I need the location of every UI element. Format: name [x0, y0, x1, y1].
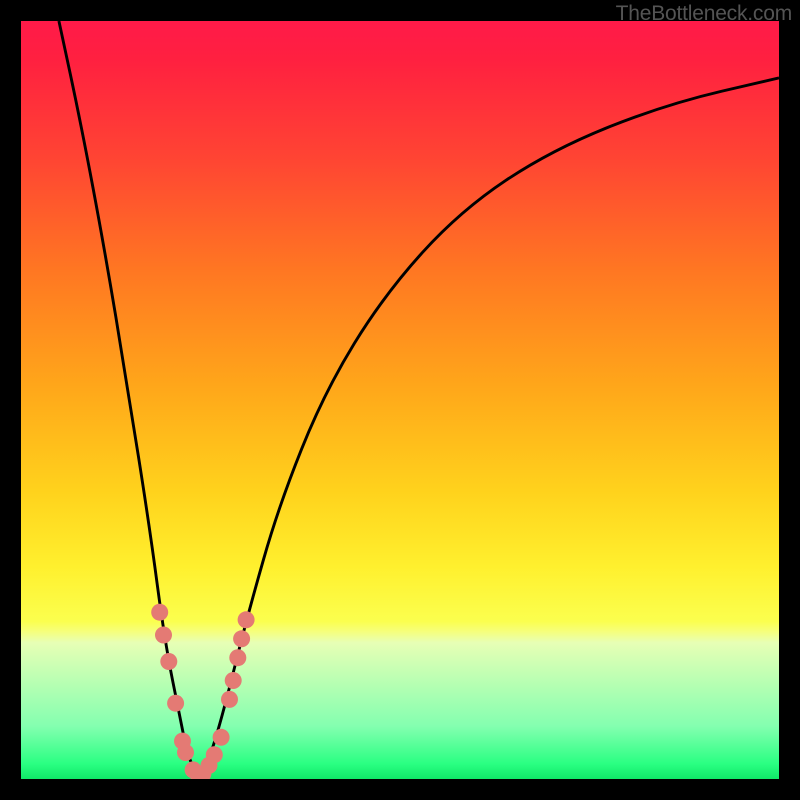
data-point: [160, 653, 177, 670]
watermark-text: TheBottleneck.com: [616, 2, 792, 26]
data-point: [229, 649, 246, 666]
data-point: [238, 611, 255, 628]
data-point: [213, 729, 230, 746]
data-point: [151, 604, 168, 621]
plot-area: [21, 21, 779, 779]
data-point: [225, 672, 242, 689]
data-point: [233, 630, 250, 647]
data-point: [167, 695, 184, 712]
data-point: [155, 627, 172, 644]
data-point: [177, 744, 194, 761]
marker-group: [151, 604, 254, 779]
data-point: [221, 691, 238, 708]
data-point: [206, 746, 223, 763]
chart-frame: TheBottleneck.com: [0, 0, 800, 800]
bottleneck-curve-svg: [21, 21, 779, 779]
